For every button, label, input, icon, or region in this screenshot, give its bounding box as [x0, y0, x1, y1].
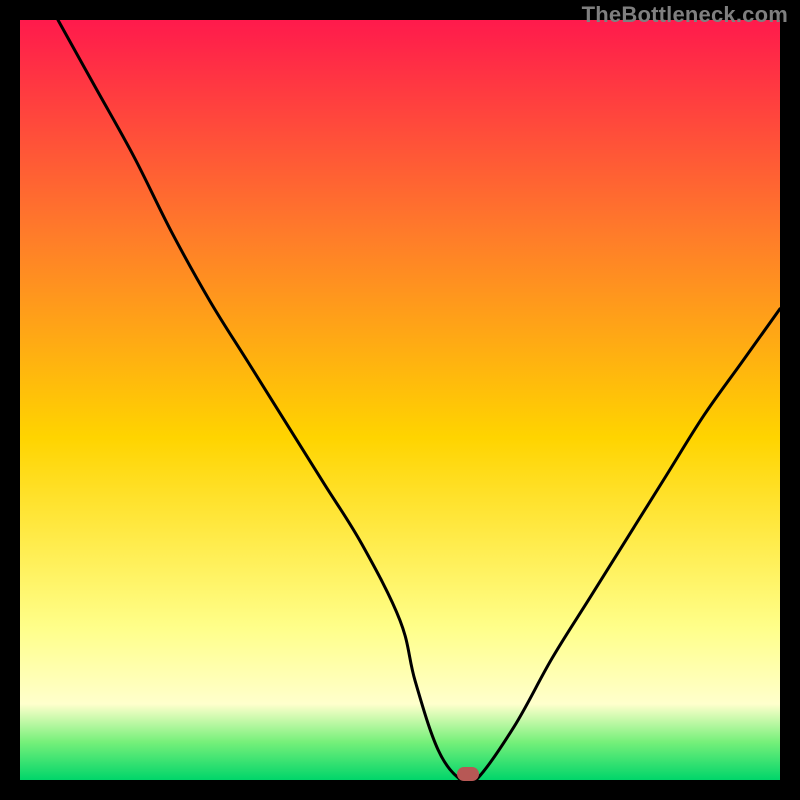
bottleneck-chart — [20, 20, 780, 780]
chart-frame: TheBottleneck.com — [0, 0, 800, 800]
watermark-text: TheBottleneck.com — [582, 2, 788, 28]
gradient-background — [20, 20, 780, 780]
optimal-point-marker — [457, 767, 479, 781]
